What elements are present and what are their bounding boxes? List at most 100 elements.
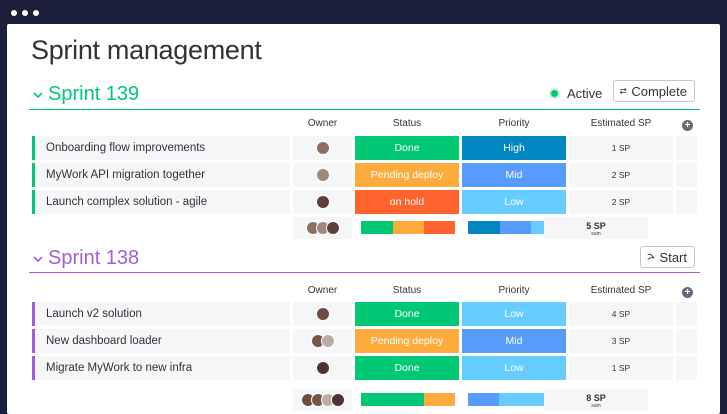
- status-cell[interactable]: Pending deploy: [355, 329, 459, 353]
- estimated-sp-cell[interactable]: 3 SP: [569, 329, 673, 353]
- column-header-priority[interactable]: Priority: [462, 118, 566, 134]
- owner-cell[interactable]: [293, 356, 352, 380]
- group-title[interactable]: Sprint 138: [48, 247, 139, 270]
- priority-cell[interactable]: Low: [462, 302, 566, 326]
- sp-total-caption: sum: [591, 231, 601, 237]
- summary-segment: [499, 221, 531, 234]
- owner-cell[interactable]: [293, 329, 352, 353]
- complete-button-label: Complete: [631, 83, 687, 99]
- group-header: Sprint 139 Active Complete: [27, 80, 700, 112]
- item-name[interactable]: Migrate MyWork to new infra: [32, 356, 290, 380]
- add-column-icon[interactable]: +: [682, 287, 693, 298]
- owner-cell[interactable]: [293, 190, 352, 214]
- estimated-sp-cell[interactable]: 1 SP: [569, 136, 673, 160]
- estimated-sp-cell[interactable]: 2 SP: [569, 163, 673, 187]
- summary-segment: [392, 221, 424, 234]
- estimated-sp-cell[interactable]: 2 SP: [569, 190, 673, 214]
- estimated-sp-cell[interactable]: 1 SP: [569, 356, 673, 380]
- avatar-group: [305, 221, 340, 235]
- table-row[interactable]: New dashboard loader Pending deploy Mid …: [32, 329, 697, 353]
- column-header-owner[interactable]: Owner: [293, 118, 352, 134]
- sprint-state: Active: [551, 86, 602, 101]
- window-dot[interactable]: [33, 10, 39, 16]
- priority-cell[interactable]: Mid: [462, 163, 566, 187]
- row-extra-cell: [676, 190, 697, 214]
- avatar: [315, 195, 330, 209]
- status-cell[interactable]: Done: [355, 136, 459, 160]
- status-cell[interactable]: on hold: [355, 190, 459, 214]
- table-row[interactable]: MyWork API migration together Pending de…: [32, 163, 697, 187]
- active-dot-icon: [551, 90, 558, 97]
- complete-sprint-button[interactable]: Complete: [613, 80, 695, 102]
- row-extra-cell: [676, 329, 697, 353]
- table-row[interactable]: Migrate MyWork to new infra Done Low 1 S…: [32, 356, 697, 380]
- summary-row: 5 SP sum: [293, 217, 671, 239]
- summary-row: 8 SP sum: [293, 389, 671, 411]
- summary-segment: [468, 393, 500, 406]
- add-column-icon[interactable]: +: [682, 120, 693, 131]
- estimated-sp-cell[interactable]: 4 SP: [569, 302, 673, 326]
- column-header-status[interactable]: Status: [355, 285, 459, 301]
- row-extra-cell: [676, 136, 697, 160]
- column-header-owner[interactable]: Owner: [293, 285, 352, 301]
- avatar: [315, 141, 330, 155]
- status-summary-bar[interactable]: [361, 221, 455, 234]
- table-row[interactable]: Launch v2 solution Done Low 4 SP: [32, 302, 697, 326]
- table-row[interactable]: Launch complex solution - agile on hold …: [32, 190, 697, 214]
- priority-cell[interactable]: Mid: [462, 329, 566, 353]
- group-title[interactable]: Sprint 139: [48, 83, 139, 106]
- column-header-priority[interactable]: Priority: [462, 285, 566, 301]
- sp-total-value: 5 SP: [586, 221, 606, 231]
- column-header-estimated-sp[interactable]: Estimated SP: [569, 285, 673, 301]
- page-title: Sprint management: [31, 35, 262, 65]
- chevron-down-icon[interactable]: [32, 88, 44, 102]
- item-name[interactable]: New dashboard loader: [32, 329, 290, 353]
- status-cell[interactable]: Done: [355, 356, 459, 380]
- summary-owners: [293, 389, 352, 411]
- row-extra-cell: [676, 356, 697, 380]
- column-header-status[interactable]: Status: [355, 118, 459, 134]
- avatar: [315, 307, 330, 321]
- summary-segment: [423, 221, 455, 234]
- sp-total-value: 8 SP: [586, 393, 606, 403]
- item-name[interactable]: Launch v2 solution: [32, 302, 290, 326]
- summary-segment: [361, 221, 393, 234]
- summary-segment: [468, 221, 500, 234]
- status-cell[interactable]: Pending deploy: [355, 163, 459, 187]
- window-dot[interactable]: [11, 10, 17, 16]
- app-window: Sprint management Sprint 139 Active Comp…: [7, 24, 720, 414]
- avatar: [325, 221, 340, 235]
- summary-segment: [361, 393, 424, 406]
- avatar: [320, 334, 335, 348]
- item-name[interactable]: Onboarding flow improvements: [32, 136, 290, 160]
- item-name[interactable]: MyWork API migration together: [32, 163, 290, 187]
- sprint-state-label: Active: [567, 86, 603, 101]
- row-extra-cell: [676, 302, 697, 326]
- priority-cell[interactable]: High: [462, 136, 566, 160]
- window-controls[interactable]: [11, 10, 39, 16]
- priority-cell[interactable]: Low: [462, 190, 566, 214]
- start-sprint-button[interactable]: Start: [640, 246, 695, 268]
- owner-cell[interactable]: [293, 163, 352, 187]
- summary-segment: [423, 393, 455, 406]
- column-header-estimated-sp[interactable]: Estimated SP: [569, 118, 673, 134]
- row-extra-cell: [676, 163, 697, 187]
- status-summary-bar[interactable]: [361, 393, 455, 406]
- table-row[interactable]: Onboarding flow improvements Done High 1…: [32, 136, 697, 160]
- item-name[interactable]: Launch complex solution - agile: [32, 190, 290, 214]
- start-icon: [647, 254, 655, 260]
- summary-owners: [293, 217, 352, 239]
- owner-cell[interactable]: [293, 302, 352, 326]
- sp-total-caption: sum: [591, 403, 601, 409]
- window-dot[interactable]: [22, 10, 28, 16]
- avatar-group: [310, 334, 335, 348]
- chevron-down-icon[interactable]: [32, 252, 44, 266]
- owner-cell[interactable]: [293, 136, 352, 160]
- priority-cell[interactable]: Low: [462, 356, 566, 380]
- avatar: [315, 168, 330, 182]
- start-button-label: Start: [659, 249, 687, 265]
- group-divider: [29, 109, 700, 110]
- status-cell[interactable]: Done: [355, 302, 459, 326]
- estimated-sp-total: 8 SP sum: [544, 389, 648, 411]
- estimated-sp-total: 5 SP sum: [544, 217, 648, 239]
